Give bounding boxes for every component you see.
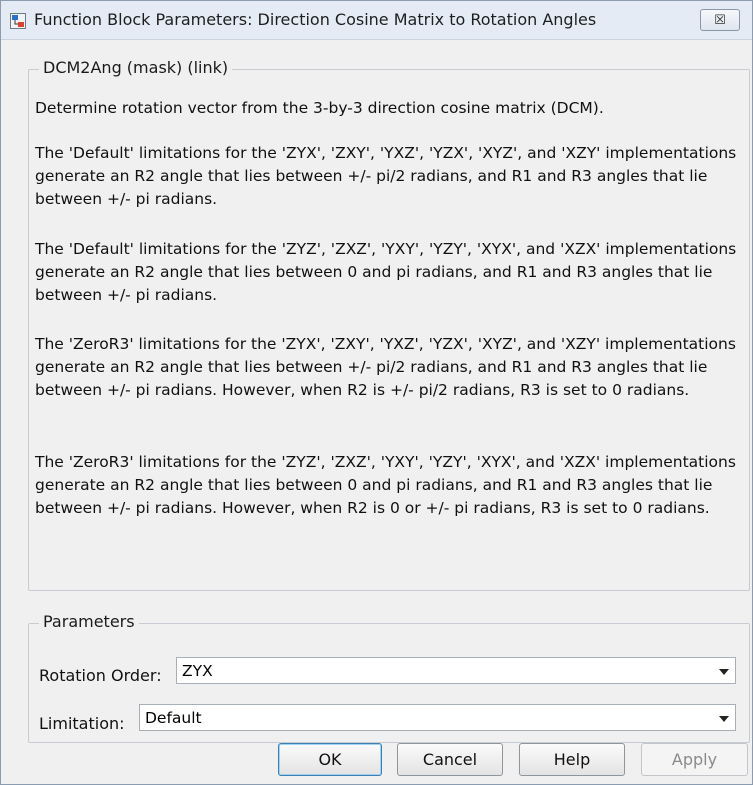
limitation-value: Default [145, 709, 202, 727]
rotation-order-select[interactable]: ZYX [176, 657, 736, 684]
chevron-down-icon [719, 716, 729, 722]
rotation-order-value: ZYX [182, 662, 213, 680]
description-paragraph: The 'Default' limitations for the 'ZYZ',… [35, 240, 737, 304]
close-icon: ☒ [714, 12, 726, 28]
chevron-down-icon [719, 669, 729, 675]
description-paragraph: Determine rotation vector from the 3-by-… [35, 99, 604, 117]
parameters-group: Parameters Rotation Order: ZYX Limitatio… [28, 612, 750, 743]
description-paragraph: The 'Default' limitations for the 'ZYX',… [35, 144, 737, 208]
limitation-select[interactable]: Default [139, 704, 736, 731]
dialog-body: DCM2Ang (mask) (link) Determine rotation… [1, 40, 752, 784]
help-button[interactable]: Help [519, 743, 625, 776]
description-group: DCM2Ang (mask) (link) Determine rotation… [28, 58, 750, 591]
description-paragraph: The 'ZeroR3' limitations for the 'ZYZ', … [35, 453, 736, 517]
title-bar[interactable]: Function Block Parameters: Direction Cos… [1, 1, 752, 40]
limitation-label: Limitation: [39, 714, 125, 733]
parameters-group-title: Parameters [39, 612, 139, 631]
description-group-title: DCM2Ang (mask) (link) [39, 58, 233, 77]
simulink-block-icon [10, 13, 26, 29]
dialog-window: Function Block Parameters: Direction Cos… [0, 0, 753, 785]
rotation-order-label: Rotation Order: [39, 666, 162, 685]
window-title: Function Block Parameters: Direction Cos… [34, 10, 597, 29]
cancel-button[interactable]: Cancel [397, 743, 503, 776]
description-paragraph: The 'ZeroR3' limitations for the 'ZYX', … [35, 335, 736, 399]
apply-button[interactable]: Apply [641, 743, 748, 776]
ok-button[interactable]: OK [278, 743, 382, 776]
close-button[interactable]: ☒ [700, 9, 740, 31]
